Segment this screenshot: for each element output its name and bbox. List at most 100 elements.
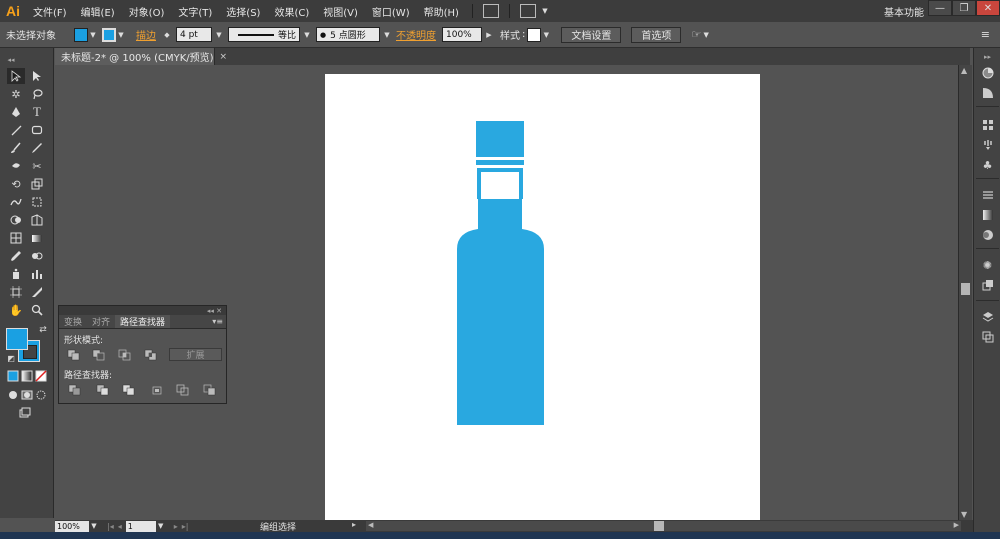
- line-tool-icon[interactable]: [7, 122, 25, 138]
- scroll-down-icon[interactable]: ▼: [961, 510, 967, 519]
- direct-selection-tool-icon[interactable]: [28, 68, 46, 84]
- page-field[interactable]: 1: [125, 520, 156, 532]
- eyedropper-tool-icon[interactable]: [7, 248, 25, 264]
- layers-panel-icon[interactable]: [980, 310, 995, 324]
- screen-mode-icon[interactable]: [16, 405, 34, 421]
- blend-tool-icon[interactable]: [28, 248, 46, 264]
- expand-button[interactable]: 扩展: [169, 348, 222, 361]
- tab-pathfinder[interactable]: 路径查找器: [115, 315, 171, 328]
- preferences-button[interactable]: 首选项: [631, 26, 682, 43]
- bottle-body[interactable]: [457, 199, 544, 425]
- mesh-tool-icon[interactable]: [7, 230, 25, 246]
- zoom-tool-icon[interactable]: [28, 302, 46, 318]
- zoom-field[interactable]: 100%: [55, 520, 89, 532]
- menu-view[interactable]: 视图(V): [316, 4, 365, 19]
- outline-icon[interactable]: [176, 384, 190, 396]
- scale-tool-icon[interactable]: [28, 176, 46, 192]
- warp-tool-icon[interactable]: [7, 194, 25, 210]
- symbols-panel-icon[interactable]: ♣: [980, 158, 995, 172]
- artboard[interactable]: [325, 74, 760, 520]
- swatches-panel-icon[interactable]: [980, 118, 995, 132]
- chevron-down-icon[interactable]: ▼: [302, 28, 312, 42]
- paintbrush-tool-icon[interactable]: [7, 140, 25, 156]
- perspective-grid-tool-icon[interactable]: [28, 212, 46, 228]
- pen-tool-icon[interactable]: [7, 104, 25, 120]
- scroll-right-icon[interactable]: ▶: [954, 521, 959, 529]
- magic-wand-tool-icon[interactable]: ✲: [7, 86, 25, 102]
- collapse-panel-icon[interactable]: ▸▸: [980, 50, 995, 64]
- menu-type[interactable]: 文字(T): [171, 4, 219, 19]
- minus-front-icon[interactable]: [92, 349, 106, 361]
- shape-builder-tool-icon[interactable]: [7, 212, 25, 228]
- close-tab-icon[interactable]: ×: [220, 52, 228, 62]
- scroll-up-icon[interactable]: ▲: [961, 66, 967, 75]
- type-tool-icon[interactable]: T: [28, 104, 46, 120]
- chevron-down-icon[interactable]: ▼: [156, 519, 166, 533]
- panel-title-bar[interactable]: ◂◂ ✕: [59, 306, 226, 315]
- stroke-panel-icon[interactable]: [980, 188, 995, 202]
- chevron-down-icon[interactable]: ▼: [701, 28, 711, 42]
- chevron-down-icon[interactable]: ▼: [89, 519, 99, 533]
- first-page-icon[interactable]: |◂: [107, 522, 114, 531]
- opacity-label[interactable]: 不透明度: [396, 27, 436, 42]
- menu-edit[interactable]: 编辑(E): [74, 4, 122, 19]
- last-page-icon[interactable]: ▸|: [182, 522, 189, 531]
- draw-inside-icon[interactable]: [32, 387, 50, 403]
- minus-back-icon[interactable]: [203, 384, 217, 396]
- stroke-color-swatch[interactable]: [102, 27, 116, 42]
- fill-swatch[interactable]: [6, 328, 28, 350]
- menu-effect[interactable]: 效果(C): [267, 4, 316, 19]
- crop-icon[interactable]: [150, 384, 164, 396]
- bottle-shapes[interactable]: [457, 121, 544, 425]
- stepper-icon[interactable]: ◆: [162, 28, 172, 42]
- stroke-profile-dropdown[interactable]: 等比: [228, 27, 300, 42]
- menu-file[interactable]: 文件(F): [26, 4, 74, 19]
- collapse-panel-icon[interactable]: ◂◂ ✕: [207, 307, 222, 315]
- prev-page-icon[interactable]: ◂: [118, 522, 122, 531]
- trim-icon[interactable]: [96, 384, 110, 396]
- workspace-switcher[interactable]: 基本功能: [884, 4, 924, 19]
- symbol-sprayer-tool-icon[interactable]: [7, 266, 25, 282]
- merge-icon[interactable]: [122, 384, 136, 396]
- vertical-scroll-thumb[interactable]: [961, 283, 970, 295]
- gradient-tool-icon[interactable]: [28, 230, 46, 246]
- document-tab[interactable]: 未标题-2* @ 100% (CMYK/预览) ×: [55, 48, 227, 65]
- arrange-icon[interactable]: ☞: [691, 28, 701, 41]
- chevron-down-icon[interactable]: ▶: [484, 28, 494, 42]
- blob-brush-tool-icon[interactable]: [7, 158, 25, 174]
- close-button[interactable]: ✕: [976, 0, 1000, 16]
- lasso-tool-icon[interactable]: [28, 86, 46, 102]
- bottle-cap[interactable]: [476, 121, 524, 157]
- fill-color-swatch[interactable]: [74, 27, 88, 42]
- brushes-panel-icon[interactable]: [980, 138, 995, 152]
- graphic-style-swatch[interactable]: [527, 27, 542, 42]
- panel-menu-icon[interactable]: ≡: [981, 28, 990, 41]
- menu-help[interactable]: 帮助(H): [417, 4, 466, 19]
- minimize-button[interactable]: —: [928, 0, 952, 16]
- scroll-left-icon[interactable]: ◀: [368, 521, 373, 529]
- chevron-down-icon[interactable]: ▼: [382, 28, 392, 42]
- chevron-down-icon[interactable]: ▼: [214, 28, 224, 42]
- bottle-neck-ring[interactable]: [476, 160, 524, 165]
- color-guide-icon[interactable]: [980, 86, 995, 100]
- stroke-weight-field[interactable]: 4 pt: [176, 27, 212, 42]
- horizontal-scroll-thumb[interactable]: [654, 521, 664, 531]
- canvas-area[interactable]: [55, 65, 958, 520]
- none-mode-icon[interactable]: [32, 368, 50, 384]
- menu-select[interactable]: 选择(S): [219, 4, 267, 19]
- menu-object[interactable]: 对象(O): [122, 4, 172, 19]
- bridge-icon[interactable]: [482, 4, 499, 18]
- brush-dropdown[interactable]: ● 5 点圆形: [316, 27, 380, 42]
- chevron-down-icon[interactable]: ▼: [541, 28, 551, 42]
- tab-align[interactable]: 对齐: [87, 315, 115, 328]
- menu-window[interactable]: 窗口(W): [365, 4, 417, 19]
- color-panel-icon[interactable]: [980, 66, 995, 80]
- collapse-panel-icon[interactable]: ◂◂: [2, 52, 20, 68]
- chevron-down-icon[interactable]: ▼: [88, 28, 98, 42]
- panel-menu-icon[interactable]: ▾≡: [212, 317, 223, 326]
- artboards-panel-icon[interactable]: [980, 330, 995, 344]
- bottle-artwork[interactable]: [325, 74, 760, 520]
- chevron-down-icon[interactable]: ▼: [540, 4, 550, 18]
- gradient-panel-icon[interactable]: [980, 208, 995, 222]
- document-setup-button[interactable]: 文档设置: [561, 26, 622, 43]
